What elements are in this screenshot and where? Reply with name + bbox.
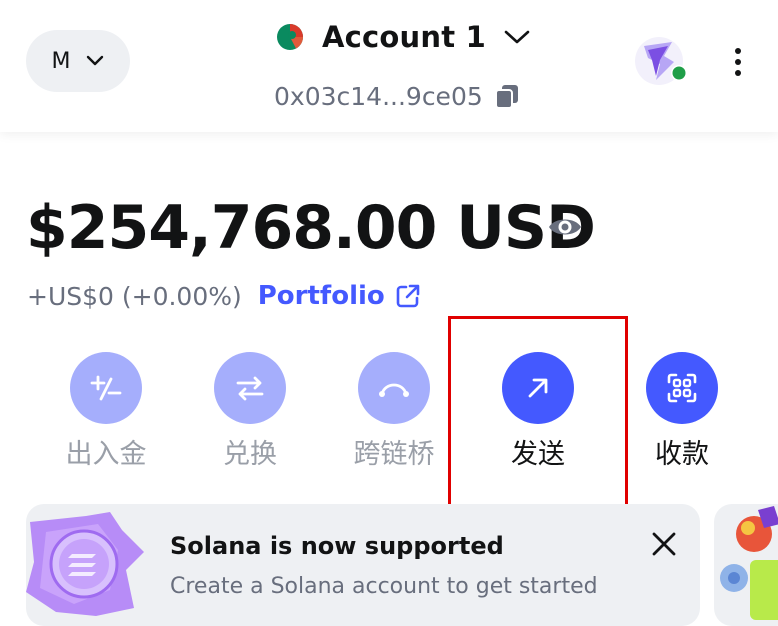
portfolio-label: Portfolio [257,281,385,311]
qr-code-icon [646,352,718,424]
banner-subtitle: Create a Solana account to get started [170,574,598,599]
account-name: Account 1 [322,20,486,54]
swap-label: 兑换 [223,439,277,470]
external-link-icon [396,284,420,308]
close-icon[interactable] [648,528,680,560]
swap-button[interactable]: 兑换 [190,352,310,472]
more-options-icon[interactable] [726,44,750,80]
network-initial: M [51,48,71,74]
portfolio-link[interactable]: Portfolio [258,281,421,311]
eye-icon[interactable] [547,209,583,245]
bridge-label: 跨链桥 [353,439,435,470]
buy-sell-button[interactable]: 出入金 [46,352,166,472]
snap-avatar-icon[interactable] [634,36,688,88]
solana-coin-icon [26,512,144,616]
network-selector-button[interactable]: M [26,30,130,92]
account-picker[interactable]: Account 1 [276,14,530,60]
copy-icon [494,85,518,109]
banner-title: Solana is now supported [170,532,504,560]
send-button[interactable]: 发送 [478,352,598,472]
send-label: 发送 [511,439,565,470]
receive-button[interactable]: 收款 [622,352,742,472]
bridge-button[interactable]: 跨链桥 [334,352,454,472]
account-address: 0x03c14...9ce05 [274,81,483,111]
app-header: M Account 1 0x03c14...9ce05 [0,0,778,132]
total-balance: $254,768.00 USD [26,193,596,263]
account-address-copy[interactable]: 0x03c14...9ce05 [274,76,521,116]
solana-promo-banner[interactable]: Solana is now supported Create a Solana … [26,504,700,626]
promo-illustration-icon [720,506,778,620]
bridge-icon [358,352,430,424]
promo-banner-next[interactable] [714,504,778,626]
balance-change: +US$0 (+0.00%) [27,281,242,311]
buy-sell-label: 出入金 [65,439,147,470]
swap-icon [214,352,286,424]
send-arrow-icon [502,352,574,424]
chevron-down-icon [87,55,104,66]
receive-label: 收款 [655,439,709,470]
account-avatar-icon [277,24,303,50]
buy-sell-icon [70,352,142,424]
chevron-down-icon [504,30,530,44]
balance-change-row: +US$0 (+0.00%) Portfolio [27,276,421,316]
